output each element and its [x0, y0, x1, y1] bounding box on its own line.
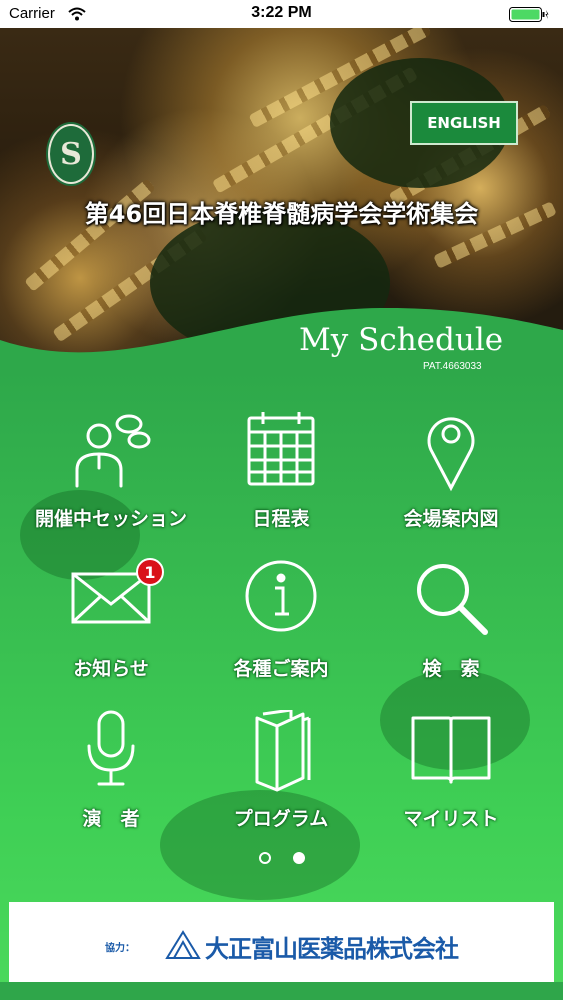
page-indicator [0, 852, 563, 866]
info-icon [245, 560, 317, 632]
menu-label: お知らせ [73, 658, 149, 680]
menu-item-speakers[interactable]: 演 者 [31, 710, 191, 840]
sponsor-crest-icon [165, 930, 201, 959]
menu-item-guide[interactable]: 各種ご案内 [201, 560, 361, 690]
menu-label: 開催中セッション [34, 508, 187, 530]
menu-item-search[interactable]: 検 索 [371, 560, 531, 690]
menu-item-sessions[interactable]: 開催中セッション [31, 410, 191, 540]
menu-label: 演 者 [82, 808, 140, 830]
society-logo: S [48, 124, 94, 184]
bottom-strip [0, 982, 563, 1000]
sessions-icon [75, 414, 151, 488]
menu-item-notices[interactable]: お知らせ [31, 560, 191, 690]
my-schedule-title[interactable]: My Schedule [299, 322, 503, 358]
calendar-icon [247, 412, 315, 486]
notification-badge: 1 [136, 558, 164, 586]
menu-item-schedule[interactable]: 日程表 [201, 410, 361, 540]
conference-title: 第46回日本脊椎脊髄病学会学術集会 [84, 200, 479, 228]
battery-icon [509, 7, 549, 26]
menu-label: マイリスト [403, 808, 499, 830]
menu-label: 日程表 [252, 508, 310, 530]
app-screen: Carrier 3:22 PM S ENGLISH 第46回日本脊椎脊髄病学会学… [0, 0, 563, 1000]
menu-item-my-list[interactable]: マイリスト [371, 710, 531, 840]
menu-label: 各種ご案内 [233, 658, 329, 680]
map-pin-icon [427, 417, 475, 492]
search-icon [417, 564, 488, 635]
menu-item-program[interactable]: プログラム [201, 710, 361, 840]
menu-item-venue-map[interactable]: 会場案内図 [371, 410, 531, 540]
patent-number: PAT.4663033 [423, 361, 482, 372]
page-dot[interactable] [258, 852, 271, 864]
microphone-icon [87, 710, 135, 786]
english-button[interactable]: ENGLISH [410, 101, 518, 145]
sponsor-banner[interactable]: 協力： 大正富山医薬品株式会社 [9, 902, 554, 982]
clock-time: 3:22 PM [251, 4, 312, 21]
sponsor-label: 協力： [105, 943, 135, 954]
program-book-icon [255, 710, 311, 792]
menu-label: 会場案内図 [403, 508, 499, 530]
my-list-book-icon [411, 716, 491, 784]
status-bar: Carrier 3:22 PM [0, 0, 563, 28]
menu-label: 検 索 [422, 658, 480, 680]
page-dot-active[interactable] [292, 852, 305, 864]
menu-label: プログラム [233, 808, 329, 830]
sponsor-name: 大正富山医薬品株式会社 [205, 935, 459, 963]
